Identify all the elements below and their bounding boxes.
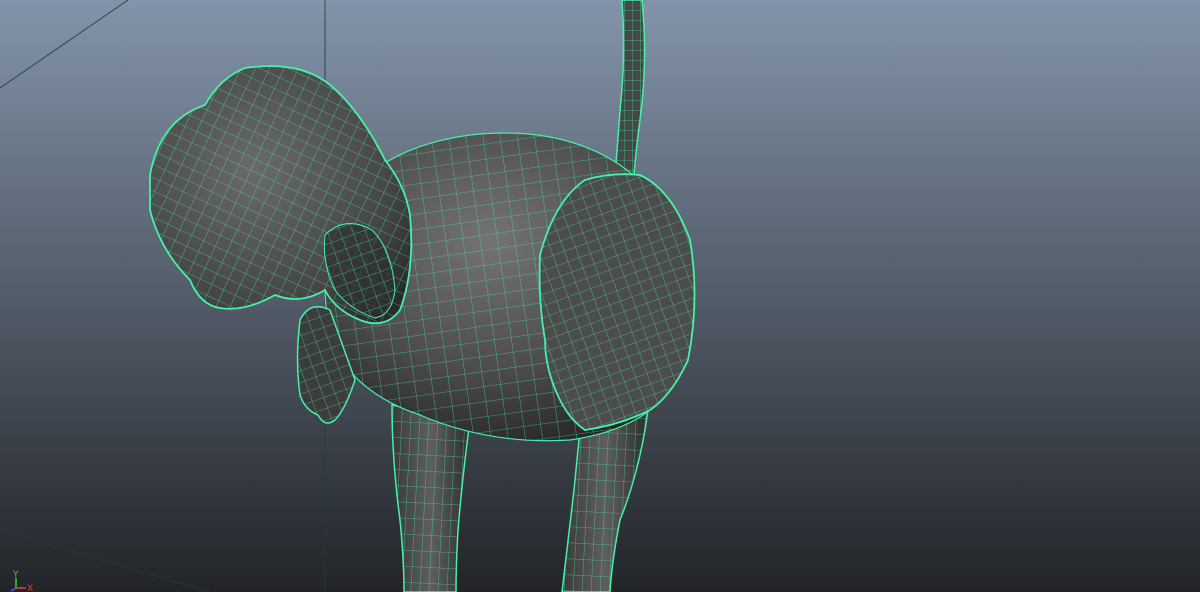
viewport-canvas[interactable]: Y X [0,0,1200,592]
axis-x-label: X [27,584,33,592]
3d-viewport[interactable]: Y X [0,0,1200,592]
axis-y-label: Y [12,570,19,580]
